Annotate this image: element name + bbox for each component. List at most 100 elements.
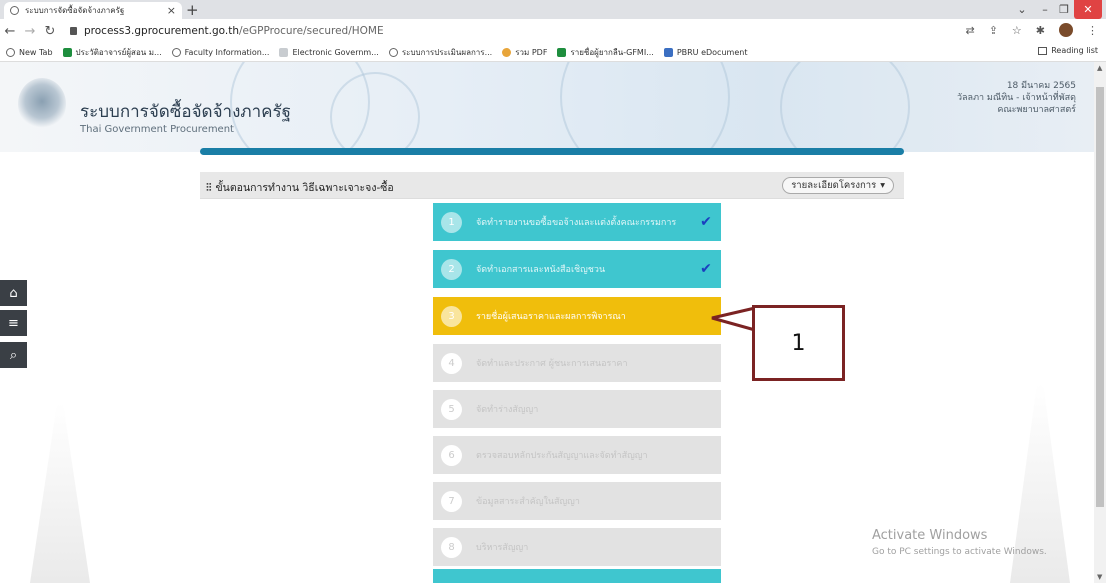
step-label: บริหารสัญญา <box>476 543 529 553</box>
checkmark-icon: ✔ <box>700 261 712 277</box>
step-number: 3 <box>441 305 462 327</box>
step-2[interactable]: 2 จัดทำเอกสารและหนังสือเชิญชวน ✔ <box>433 250 721 288</box>
step-number: 4 <box>441 352 462 374</box>
scroll-up-icon[interactable]: ▲ <box>1097 64 1102 72</box>
star-icon[interactable]: ☆ <box>1012 24 1022 37</box>
bookmark-item[interactable]: Faculty Information... <box>171 47 269 57</box>
progress-band <box>200 148 904 155</box>
step-label: จัดทำร่างสัญญา <box>476 405 539 415</box>
step-label: จัดทำเอกสารและหนังสือเชิญชวน <box>476 265 606 275</box>
step-number: 6 <box>441 444 462 466</box>
step-1[interactable]: 1 จัดทำรายงานขอซื้อขอจ้างและแต่งตั้งคณะก… <box>433 203 721 241</box>
minimize-button[interactable]: – <box>1036 0 1054 19</box>
activation-watermark: Activate Windows Go to PC settings to ac… <box>872 528 1047 557</box>
user-faculty: คณะพยาบาลศาสตร์ <box>997 105 1076 115</box>
step-number: 7 <box>441 490 462 512</box>
scrollbar-thumb[interactable] <box>1096 87 1104 507</box>
panel-title: ⫶⫶ ขั้นตอนการทำงาน วิธีเฉพาะเจาะจง-ซื้อ <box>206 180 394 195</box>
back-icon[interactable]: ← <box>0 24 20 39</box>
extensions-icon[interactable]: ✱ <box>1036 24 1045 37</box>
address-bar-row: ← → ↻ process3.gprocurement.go.th/eGPPro… <box>0 19 1106 43</box>
sheets-icon <box>62 47 72 57</box>
browser-tab[interactable]: ระบบการจัดซื้อจัดจ้างภาครัฐ × <box>4 2 182 19</box>
header-decoration <box>330 72 420 152</box>
step-number: 2 <box>441 258 462 280</box>
share-icon[interactable]: ⇪ <box>989 24 998 37</box>
toolbar-right: ⇄ ⇪ ☆ ✱ ⋮ <box>965 23 1098 37</box>
restore-button[interactable]: ❐ <box>1055 0 1073 19</box>
bookmark-item[interactable]: รวม PDF <box>502 46 547 59</box>
step-5: 5 จัดทำร่างสัญญา <box>433 390 721 428</box>
globe-icon <box>171 47 181 57</box>
reading-list-icon <box>1038 46 1048 55</box>
bookmarks-bar: New Tab ประวัติอาจารย์ผู้สอน ม... Facult… <box>0 43 1106 62</box>
temple-decoration <box>30 403 90 583</box>
bookmark-item[interactable]: PBRU eDocument <box>663 47 747 57</box>
more-menu-icon[interactable]: ⋮ <box>1087 24 1098 37</box>
translate-icon[interactable]: ⇄ <box>965 24 974 37</box>
header-decoration <box>560 62 730 152</box>
url-domain: process3.gprocurement.go.th <box>84 25 239 37</box>
step-label: จัดทำและประกาศ ผู้ชนะการเสนอราคา <box>476 359 628 369</box>
page-scrollbar[interactable]: ▲ ▼ <box>1094 62 1106 583</box>
callout-pointer <box>711 306 757 332</box>
browser-tab-strip: ระบบการจัดซื้อจัดจ้างภาครัฐ × + ⌄ – ❐ ✕ <box>0 0 1106 19</box>
scroll-down-icon[interactable]: ▼ <box>1097 573 1102 581</box>
bookmark-item[interactable]: รายชื่อผู้ยากลืน-GFMI... <box>557 46 654 59</box>
search-button[interactable]: ⌕ <box>0 342 27 368</box>
current-date: 18 มีนาคม 2565 <box>1006 81 1076 91</box>
bookmark-item[interactable]: Electronic Governm... <box>279 47 379 57</box>
reading-list-button[interactable]: Reading list <box>1038 46 1098 55</box>
url-path: /eGPProcure/secured/HOME <box>239 25 384 37</box>
step-number: 8 <box>441 536 462 558</box>
step-6: 6 ตรวจสอบหลักประกันสัญญาและจัดทำสัญญา <box>433 436 721 474</box>
site-title: ระบบการจัดซื้อจัดจ้างภาครัฐ <box>80 102 292 122</box>
annotation-callout: 1 <box>752 305 845 381</box>
globe-icon <box>388 47 398 57</box>
bookmark-item[interactable]: ระบบการประเมินผลการ... <box>388 46 492 59</box>
profile-avatar[interactable] <box>1059 23 1073 37</box>
step-label: ตรวจสอบหลักประกันสัญญาและจัดทำสัญญา <box>476 451 648 461</box>
reload-icon[interactable]: ↻ <box>40 24 60 39</box>
user-info: 18 มีนาคม 2565 วัลลภา มณีทิน - เจ้าหน้าท… <box>957 80 1076 116</box>
step-label: รายชื่อผู้เสนอราคาและผลการพิจารณา <box>476 312 626 322</box>
user-name: วัลลภา มณีทิน - เจ้าหน้าที่พัสดุ <box>956 93 1076 103</box>
garuda-logo <box>18 78 66 130</box>
bookmark-item[interactable]: ประวัติอาจารย์ผู้สอน ม... <box>62 46 162 59</box>
project-details-dropdown[interactable]: รายละเอียดโครงการ ▾ <box>782 177 894 194</box>
site-subtitle: Thai Government Procurement <box>80 124 234 135</box>
egov-icon <box>279 47 289 57</box>
site-header: ระบบการจัดซื้อจัดจ้างภาครัฐ Thai Governm… <box>0 62 1094 152</box>
bookmark-item[interactable]: New Tab <box>6 47 53 57</box>
lock-icon <box>70 27 77 35</box>
step-7: 7 ข้อมูลสาระสำคัญในสัญญา <box>433 482 721 520</box>
step-number: 5 <box>441 398 462 420</box>
checkmark-icon: ✔ <box>700 214 712 230</box>
sheets-icon <box>557 47 567 57</box>
new-tab-button[interactable]: + <box>186 1 199 19</box>
tab-close-button[interactable]: × <box>167 4 176 17</box>
step-label: ข้อมูลสาระสำคัญในสัญญา <box>476 497 580 507</box>
sliders-icon: ⫶⫶ <box>206 180 212 194</box>
home-button[interactable]: ⌂ <box>0 280 27 306</box>
step-number: 1 <box>441 211 462 233</box>
step-4: 4 จัดทำและประกาศ ผู้ชนะการเสนอราคา <box>433 344 721 382</box>
header-decoration <box>780 62 910 152</box>
url-field[interactable]: process3.gprocurement.go.th/eGPProcure/s… <box>66 25 384 37</box>
pdf-icon <box>502 47 512 57</box>
step-label: จัดทำรายงานขอซื้อขอจ้างและแต่งตั้งคณะกรร… <box>476 218 677 228</box>
caret-down-icon: ▾ <box>880 180 885 191</box>
step-next-partial <box>433 569 721 583</box>
panel-header: ⫶⫶ ขั้นตอนการทำงาน วิธีเฉพาะเจาะจง-ซื้อ … <box>200 172 904 199</box>
forward-icon[interactable]: → <box>20 24 40 39</box>
globe-icon <box>10 6 19 15</box>
step-8: 8 บริหารสัญญา <box>433 528 721 566</box>
step-3[interactable]: 3 รายชื่อผู้เสนอราคาและผลการพิจารณา <box>433 297 721 335</box>
main-content: ⌂ ≡ ⌕ ⫶⫶ ขั้นตอนการทำงาน วิธีเฉพาะเจาะจง… <box>0 148 1094 583</box>
tab-title: ระบบการจัดซื้อจัดจ้างภาครัฐ <box>25 6 125 15</box>
tab-search-button[interactable]: ⌄ <box>1013 0 1031 19</box>
menu-button[interactable]: ≡ <box>0 310 27 336</box>
document-icon <box>663 47 673 57</box>
globe-icon <box>6 47 15 57</box>
close-window-button[interactable]: ✕ <box>1074 0 1102 19</box>
